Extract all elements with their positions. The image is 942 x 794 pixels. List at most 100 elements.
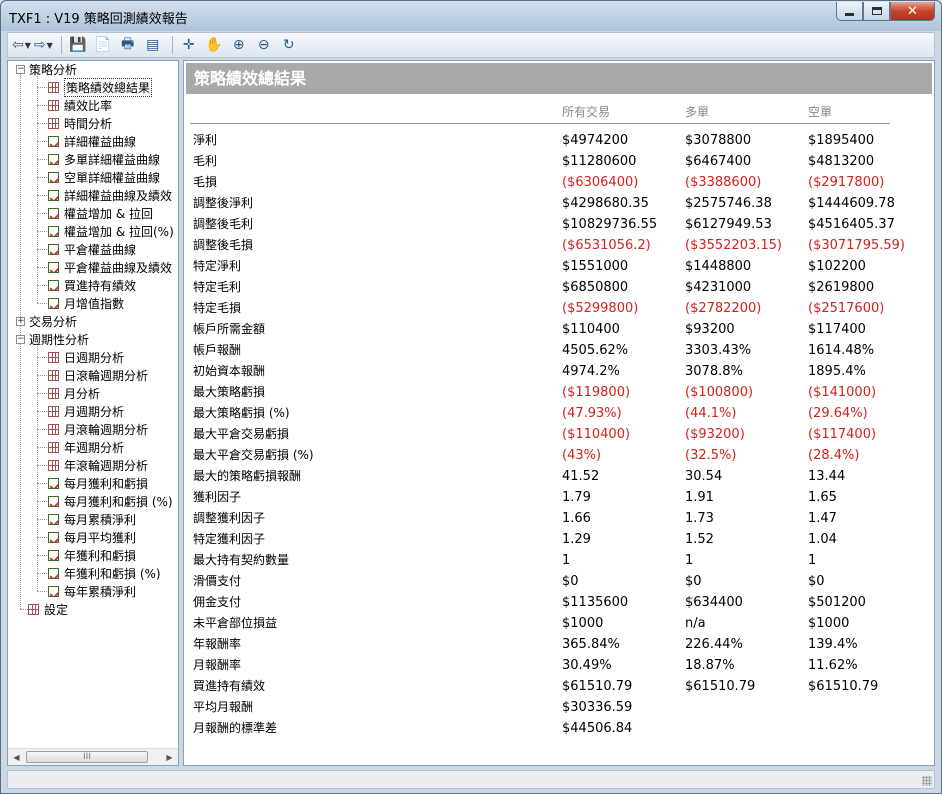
tree-item-label: 策略分析 (29, 62, 78, 77)
tree-item[interactable]: 年週期分析 (48, 438, 124, 456)
chart-icon (48, 495, 59, 507)
value-cell: $1135600 (562, 595, 629, 610)
tree-item[interactable]: 年滾輪週期分析 (48, 456, 148, 474)
tree-item[interactable]: 月增值指數 (48, 294, 124, 312)
tree-group[interactable]: + 交易分析 (16, 312, 77, 330)
pan-button[interactable]: ✋ (203, 34, 225, 56)
row-label: 滑價支付 (193, 574, 242, 588)
value-cell: ($93200) (685, 427, 745, 442)
tree-item[interactable]: 每月獲利和虧損 (48, 474, 148, 492)
tree-horizontal-scrollbar[interactable]: ◀ III ▶ (8, 748, 178, 765)
table-icon: ▤ (146, 37, 160, 53)
value-cell: $102200 (808, 259, 866, 274)
value-cell: $1000 (562, 616, 604, 631)
tree-item[interactable]: 權益增加 & 拉回 (48, 204, 153, 222)
tree-item-label: 績效比率 (64, 98, 113, 113)
tree-item-label: 每月平均獲利 (64, 530, 137, 545)
tree-item[interactable]: 日滾輪週期分析 (48, 366, 148, 384)
window-title: TXF1 : V19 策略回測績效報告 (9, 12, 188, 27)
table-icon (48, 351, 59, 363)
value-cell: (28.4%) (808, 448, 860, 463)
forward-button[interactable]: ⇨ ▼ (34, 34, 53, 56)
value-cell: $4298680.35 (562, 196, 649, 211)
value-cell: $117400 (808, 322, 866, 337)
tree-item[interactable]: 月週期分析 (48, 402, 124, 420)
print-button[interactable]: 🖶 (117, 34, 139, 56)
value-cell: 13.44 (808, 469, 846, 484)
value-cell: $634400 (685, 595, 743, 610)
tree-item[interactable]: 平倉權益曲線 (48, 240, 136, 258)
tree-item[interactable]: 績效比率 (48, 96, 112, 114)
table-view-button[interactable]: ▤ (142, 34, 164, 56)
title-bar[interactable]: TXF1 : V19 策略回測績效報告 ✕ (1, 1, 941, 31)
tree-item[interactable]: 平倉權益曲線及績效 (48, 258, 172, 276)
reset-zoom-button[interactable]: ↻ (278, 34, 300, 56)
table-row: 帳戶報酬 4505.62% 3303.43% 1614.48% (184, 340, 932, 361)
table-row: 毛利 $11280600 $6467400 $4813200 (184, 151, 932, 172)
scroll-left-button[interactable]: ◀ (8, 749, 25, 765)
value-cell: $6467400 (685, 154, 752, 169)
chart-icon (48, 153, 59, 165)
tree-item[interactable]: 月分析 (48, 384, 100, 402)
tree-item-label: 空單詳細權益曲線 (64, 170, 161, 185)
value-cell: (29.64%) (808, 406, 868, 421)
tree-item[interactable]: 日週期分析 (48, 348, 124, 366)
scrollbar-thumb[interactable]: III (26, 751, 148, 763)
chevron-right-icon: ▶ (166, 752, 173, 762)
value-cell: $0 (685, 574, 702, 589)
tree-item[interactable]: 詳細權益曲線及績效 (48, 186, 172, 204)
tree-item[interactable]: 年獲利和虧損 (%) (48, 564, 161, 582)
chart-icon (48, 477, 59, 489)
back-button[interactable]: ⇦ ▼ (12, 34, 31, 56)
chart-icon (48, 567, 59, 579)
collapse-icon[interactable]: − (16, 334, 25, 344)
table-row: 特定毛利 $6850800 $4231000 $2619800 (184, 277, 932, 298)
tree-group[interactable]: − 策略分析 (16, 61, 78, 78)
row-label: 最大持有契約數量 (193, 553, 290, 567)
crosshair-button[interactable]: ✛ (178, 34, 200, 56)
row-label: 特定毛損 (193, 301, 242, 315)
collapse-icon[interactable]: − (16, 64, 25, 74)
tree-item[interactable]: 權益增加 & 拉回(%) (48, 222, 174, 240)
table-row: 調整後毛損 ($6531056.2) ($3552203.15) ($3071795.… (184, 235, 932, 256)
value-cell: ($6531056.2) (562, 238, 651, 253)
tree-item-settings[interactable]: 設定 (28, 600, 68, 618)
tree-item[interactable]: 詳細權益曲線 (48, 132, 136, 150)
tree-item-label: 月滾輪週期分析 (64, 422, 149, 437)
value-cell: $3078800 (685, 133, 752, 148)
export-button[interactable]: 📄 (92, 34, 114, 56)
value-cell: $1551000 (562, 259, 629, 274)
scroll-right-button[interactable]: ▶ (161, 749, 178, 765)
value-cell: ($110400) (562, 427, 631, 442)
value-cell: 41.52 (562, 469, 600, 484)
tree-item[interactable]: 時間分析 (48, 114, 112, 132)
tree-item-label: 月分析 (64, 386, 101, 401)
value-cell: $4516405.37 (808, 217, 895, 232)
minimize-icon (845, 12, 854, 16)
tree-item-label: 策略績效總結果 (64, 77, 153, 97)
expand-icon[interactable]: + (16, 316, 25, 326)
tree-item[interactable]: 多單詳細權益曲線 (48, 150, 160, 168)
tree-item[interactable]: 每年累積淨利 (48, 582, 136, 600)
tree-guide-line (37, 159, 47, 160)
zoom-out-button[interactable]: ⊖ (253, 34, 275, 56)
save-button[interactable]: 💾 (67, 34, 89, 56)
tree-item[interactable]: 月滾輪週期分析 (48, 420, 148, 438)
chart-icon (48, 261, 59, 273)
table-row: 最大持有契約數量 1 1 1 (184, 550, 932, 571)
close-button[interactable]: ✕ (890, 2, 935, 21)
maximize-button[interactable] (863, 2, 890, 21)
tree-item[interactable]: 年獲利和虧損 (48, 546, 136, 564)
tree-item[interactable]: 每月平均獲利 (48, 528, 136, 546)
zoom-in-button[interactable]: ⊕ (228, 34, 250, 56)
tree-item[interactable]: 每月獲利和虧損 (%) (48, 492, 173, 510)
tree-item[interactable]: 買進持有績效 (48, 276, 136, 294)
row-label: 月報酬的標準差 (193, 721, 278, 735)
row-label: 未平倉部位損益 (193, 616, 278, 630)
minimize-button[interactable] (836, 2, 863, 21)
tree-group[interactable]: − 週期性分析 (16, 330, 89, 348)
resize-grip-icon[interactable] (922, 776, 932, 786)
tree-item[interactable]: 策略績效總結果 (48, 77, 153, 97)
tree-item[interactable]: 空單詳細權益曲線 (48, 168, 160, 186)
tree-item[interactable]: 每月累積淨利 (48, 510, 136, 528)
